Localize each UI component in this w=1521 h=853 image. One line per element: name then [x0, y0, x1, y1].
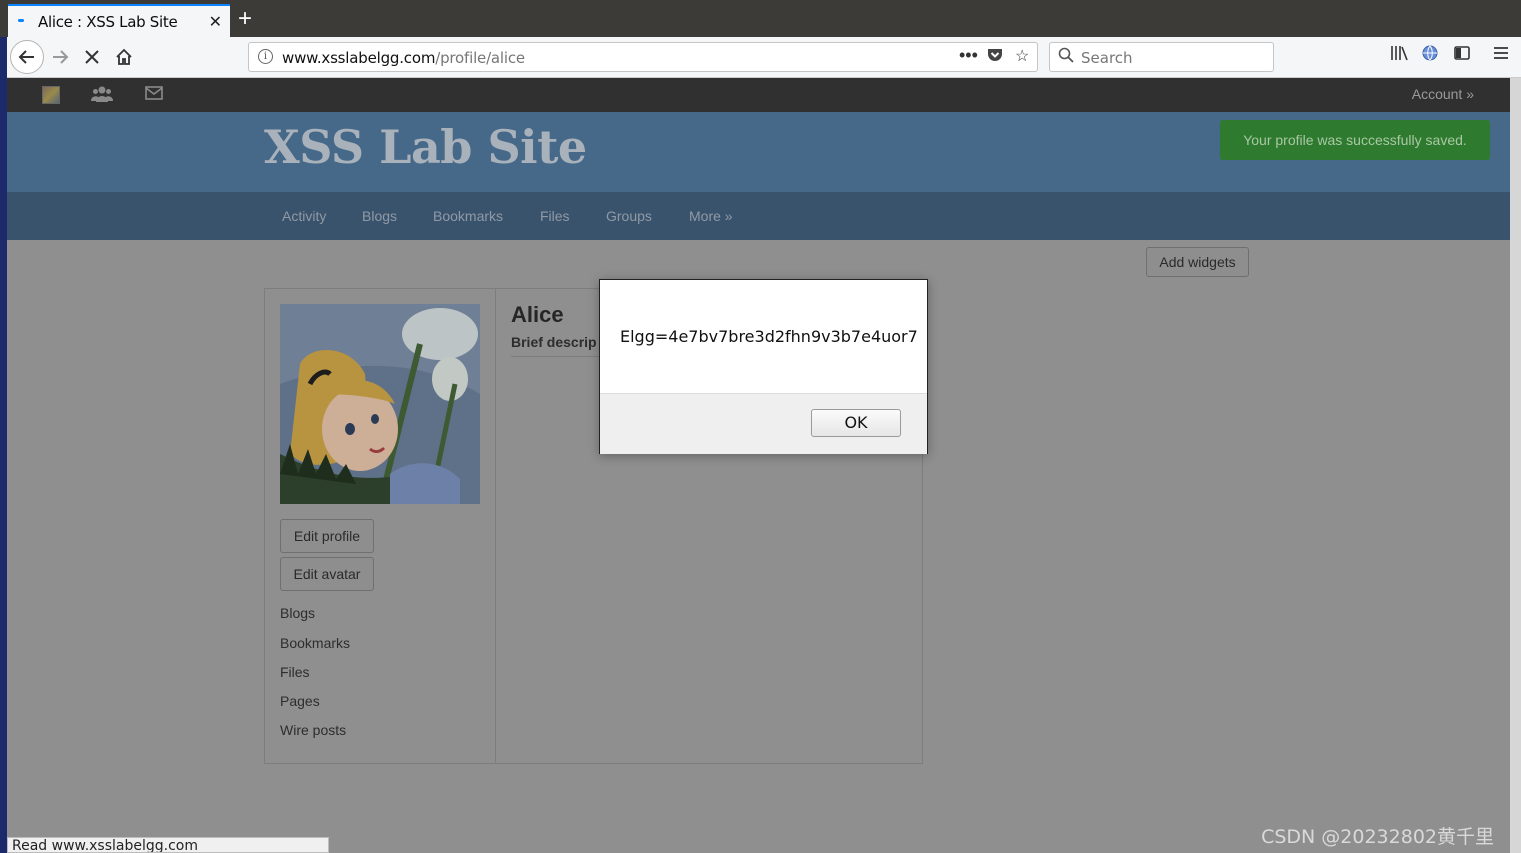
profile-avatar[interactable] [280, 304, 480, 504]
url-bar[interactable]: i www.xsslabelgg.com/profile/alice ••• ☆ [248, 42, 1038, 72]
bookmark-star-icon[interactable]: ☆ [1015, 46, 1029, 66]
alert-message: Elgg=4e7bv7bre3d2fhn9v3b7e4uor7 [620, 327, 918, 346]
scrollbar-track[interactable] [1510, 78, 1521, 853]
profile-link-wire-posts[interactable]: Wire posts [280, 722, 346, 738]
library-icon[interactable] [1390, 45, 1408, 66]
home-icon [116, 48, 132, 65]
new-tab-button[interactable]: + [238, 4, 252, 34]
user-avatar-small[interactable] [42, 86, 60, 104]
profile-divider [495, 289, 496, 763]
window-left-edge [0, 37, 7, 853]
tab-active[interactable]: Alice : XSS Lab Site ✕ [8, 4, 230, 37]
tab-title: Alice : XSS Lab Site [38, 13, 178, 31]
web-page: Account » XSS Lab Site Your profile was … [7, 78, 1510, 853]
search-placeholder: Search [1081, 49, 1133, 67]
nav-blogs[interactable]: Blogs [362, 208, 397, 224]
tab-close-icon[interactable]: ✕ [209, 12, 222, 32]
messages-envelope-icon[interactable] [145, 85, 163, 106]
profile-name: Alice [511, 302, 564, 327]
forward-arrow-icon [53, 50, 69, 64]
friends-icon[interactable] [90, 85, 114, 108]
home-button[interactable] [108, 41, 140, 73]
stop-x-icon [85, 50, 99, 64]
profile-link-pages[interactable]: Pages [280, 693, 320, 709]
profile-brief-description: Brief descrip [511, 334, 597, 350]
site-info-icon[interactable]: i [258, 49, 273, 64]
nav-files[interactable]: Files [540, 208, 570, 224]
profile-link-bookmarks[interactable]: Bookmarks [280, 635, 350, 651]
url-text: www.xsslabelgg.com/profile/alice [282, 49, 525, 67]
back-button[interactable] [10, 40, 44, 74]
site-header: XSS Lab Site Your profile was successful… [7, 112, 1510, 192]
watermark: CSDN @20232802黄千里 [1261, 826, 1494, 848]
extension-globe-icon[interactable] [1422, 45, 1438, 66]
forward-button[interactable] [44, 41, 76, 73]
nav-bookmarks[interactable]: Bookmarks [433, 208, 503, 224]
site-name[interactable]: XSS Lab Site [264, 120, 587, 174]
hamburger-menu-icon[interactable] [1493, 45, 1509, 66]
browser-toolbar: i www.xsslabelgg.com/profile/alice ••• ☆… [0, 37, 1521, 78]
success-message[interactable]: Your profile was successfully saved. [1220, 120, 1490, 160]
loading-favicon-icon [18, 19, 24, 22]
tab-strip: Alice : XSS Lab Site ✕ + [0, 0, 1521, 37]
alert-footer: OK [600, 393, 927, 454]
elgg-topbar: Account » [7, 78, 1510, 112]
search-icon [1058, 47, 1074, 68]
back-arrow-icon [18, 50, 34, 64]
pocket-icon[interactable] [987, 47, 1003, 68]
add-widgets-button[interactable]: Add widgets [1146, 247, 1249, 277]
alert-dialog: Elgg=4e7bv7bre3d2fhn9v3b7e4uor7 OK [599, 279, 928, 454]
nav-more[interactable]: More » [689, 208, 733, 224]
sidebar-icon[interactable] [1454, 45, 1470, 66]
edit-profile-button[interactable]: Edit profile [280, 519, 374, 553]
search-bar[interactable]: Search [1049, 42, 1274, 72]
status-bar: Read www.xsslabelgg.com [7, 837, 329, 853]
edit-avatar-button[interactable]: Edit avatar [280, 557, 374, 591]
nav-groups[interactable]: Groups [606, 208, 652, 224]
nav-activity[interactable]: Activity [282, 208, 326, 224]
ok-button[interactable]: OK [811, 409, 901, 437]
site-menu: Activity Blogs Bookmarks Files Groups Mo… [7, 192, 1510, 240]
account-menu[interactable]: Account » [1412, 86, 1474, 102]
stop-button[interactable] [76, 41, 108, 73]
profile-link-files[interactable]: Files [280, 664, 310, 680]
profile-link-blogs[interactable]: Blogs [280, 605, 315, 621]
page-actions-icon[interactable]: ••• [959, 45, 978, 66]
